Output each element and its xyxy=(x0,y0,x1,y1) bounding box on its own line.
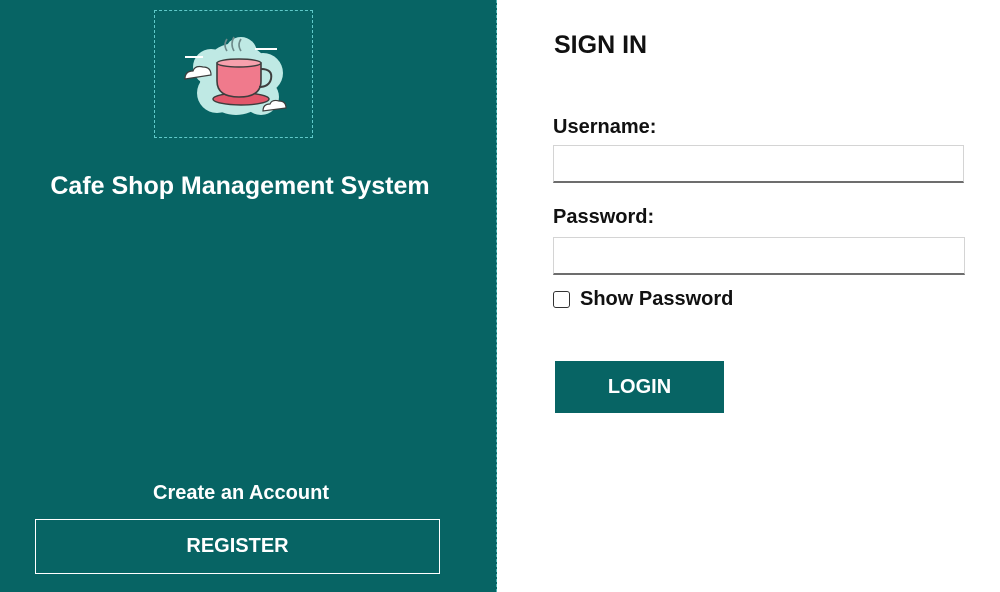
password-input[interactable] xyxy=(553,237,965,275)
signin-heading: SIGN IN xyxy=(554,31,648,59)
coffee-cup-icon xyxy=(184,36,287,115)
app-title: Cafe Shop Management System xyxy=(50,172,430,200)
username-input[interactable] xyxy=(553,145,964,183)
create-account-label: Create an Account xyxy=(153,482,329,504)
username-label: Username: xyxy=(553,116,657,138)
left-panel: Cafe Shop Management System Create an Ac… xyxy=(0,0,497,592)
logo-box xyxy=(154,10,313,138)
register-button[interactable]: REGISTER xyxy=(35,519,440,574)
login-button[interactable]: LOGIN xyxy=(555,361,724,413)
show-password-label[interactable]: Show Password xyxy=(580,288,733,311)
password-label: Password: xyxy=(553,206,655,228)
show-password-toggle[interactable]: Show Password xyxy=(553,288,733,311)
show-password-checkbox[interactable] xyxy=(553,291,570,308)
